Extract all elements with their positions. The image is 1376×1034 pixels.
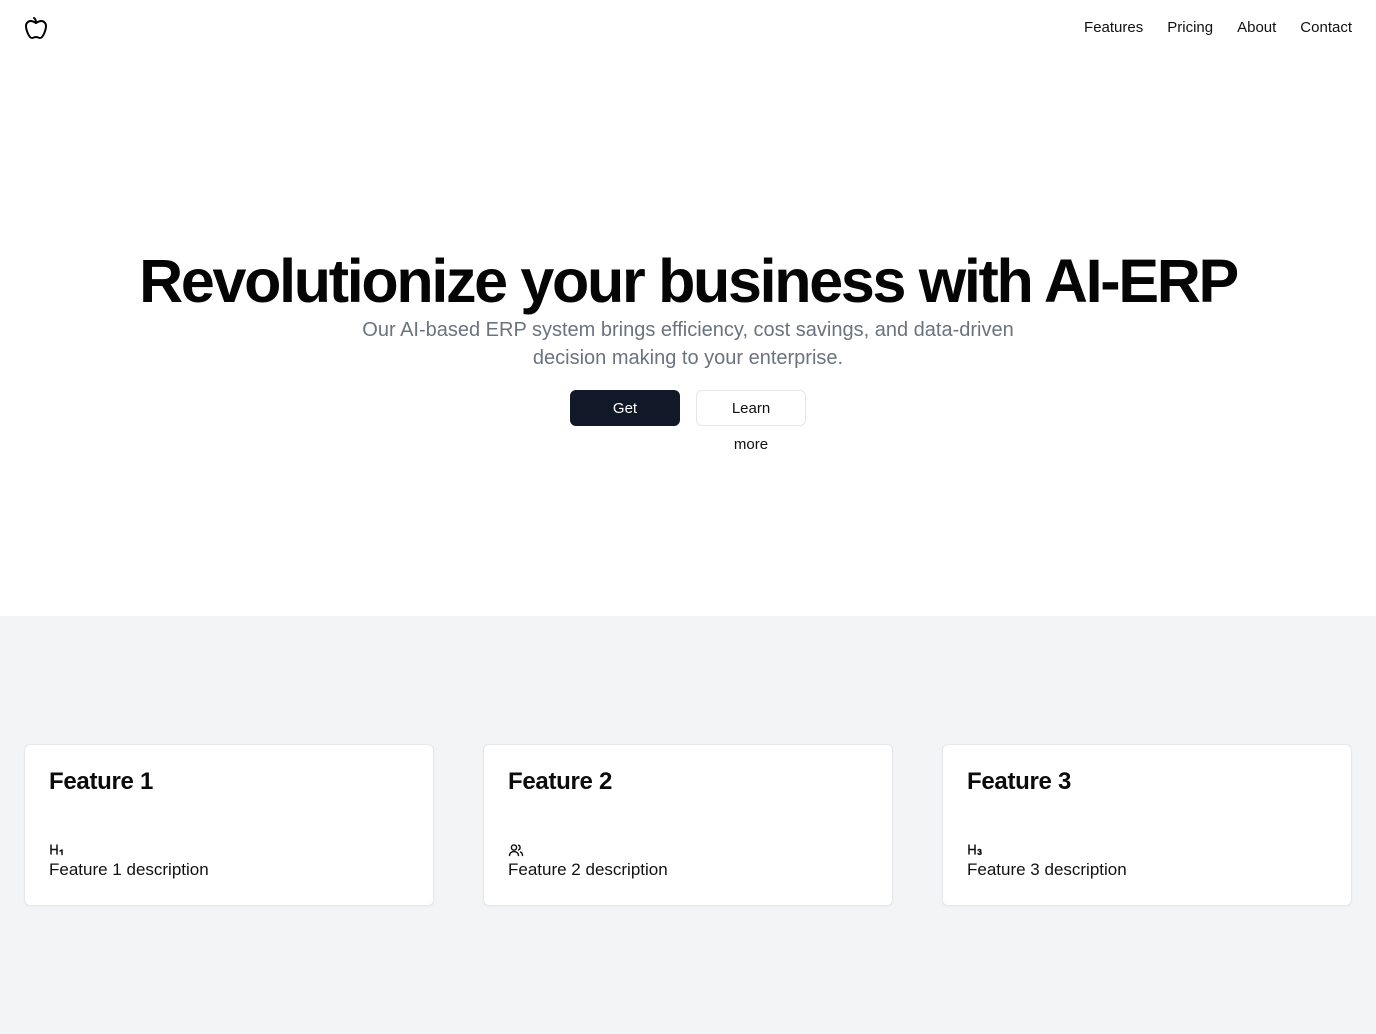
feature-card-title: Feature 1: [49, 768, 154, 795]
feature-card-description: Feature 2 description: [508, 860, 668, 879]
hero-section: Revolutionize your business with AI-ERP …: [0, 56, 1376, 616]
feature-card-description: Feature 3 description: [967, 860, 1127, 879]
apple-icon[interactable]: [24, 16, 48, 40]
page: Features Pricing About Contact Revolutio…: [0, 0, 1376, 1034]
feature-card: Feature 2 Feature 2 description: [483, 744, 893, 906]
learn-more-button[interactable]: Learn more: [696, 390, 806, 453]
nav-link-contact[interactable]: Contact: [1300, 18, 1352, 38]
get-started-button[interactable]: Get Started: [570, 390, 680, 453]
heading-3-icon: [968, 844, 982, 856]
feature-card-title: Feature 3: [967, 768, 1072, 795]
users-icon: [508, 844, 524, 857]
hero-title: Revolutionize your business with AI-ERP: [139, 247, 1239, 315]
features-section: Feature 1 Feature 1 description Feature …: [0, 616, 1376, 1034]
feature-card: Feature 1 Feature 1 description: [24, 744, 434, 906]
nav-link-pricing[interactable]: Pricing: [1167, 18, 1213, 38]
site-header: Features Pricing About Contact: [0, 0, 1376, 56]
feature-card-title: Feature 2: [508, 768, 613, 795]
nav-link-features[interactable]: Features: [1084, 18, 1143, 38]
heading-1-icon: [50, 844, 63, 856]
hero-subtitle: Our AI-based ERP system brings efficienc…: [362, 319, 1014, 369]
feature-card: Feature 3 Feature 3 description: [942, 744, 1352, 906]
feature-cards: Feature 1 Feature 1 description Feature …: [24, 744, 1352, 906]
hero-cta-group: Get Started Learn more: [570, 390, 806, 453]
main-nav: Features Pricing About Contact: [1084, 18, 1352, 38]
feature-card-description: Feature 1 description: [49, 860, 209, 879]
nav-link-about[interactable]: About: [1237, 18, 1276, 38]
